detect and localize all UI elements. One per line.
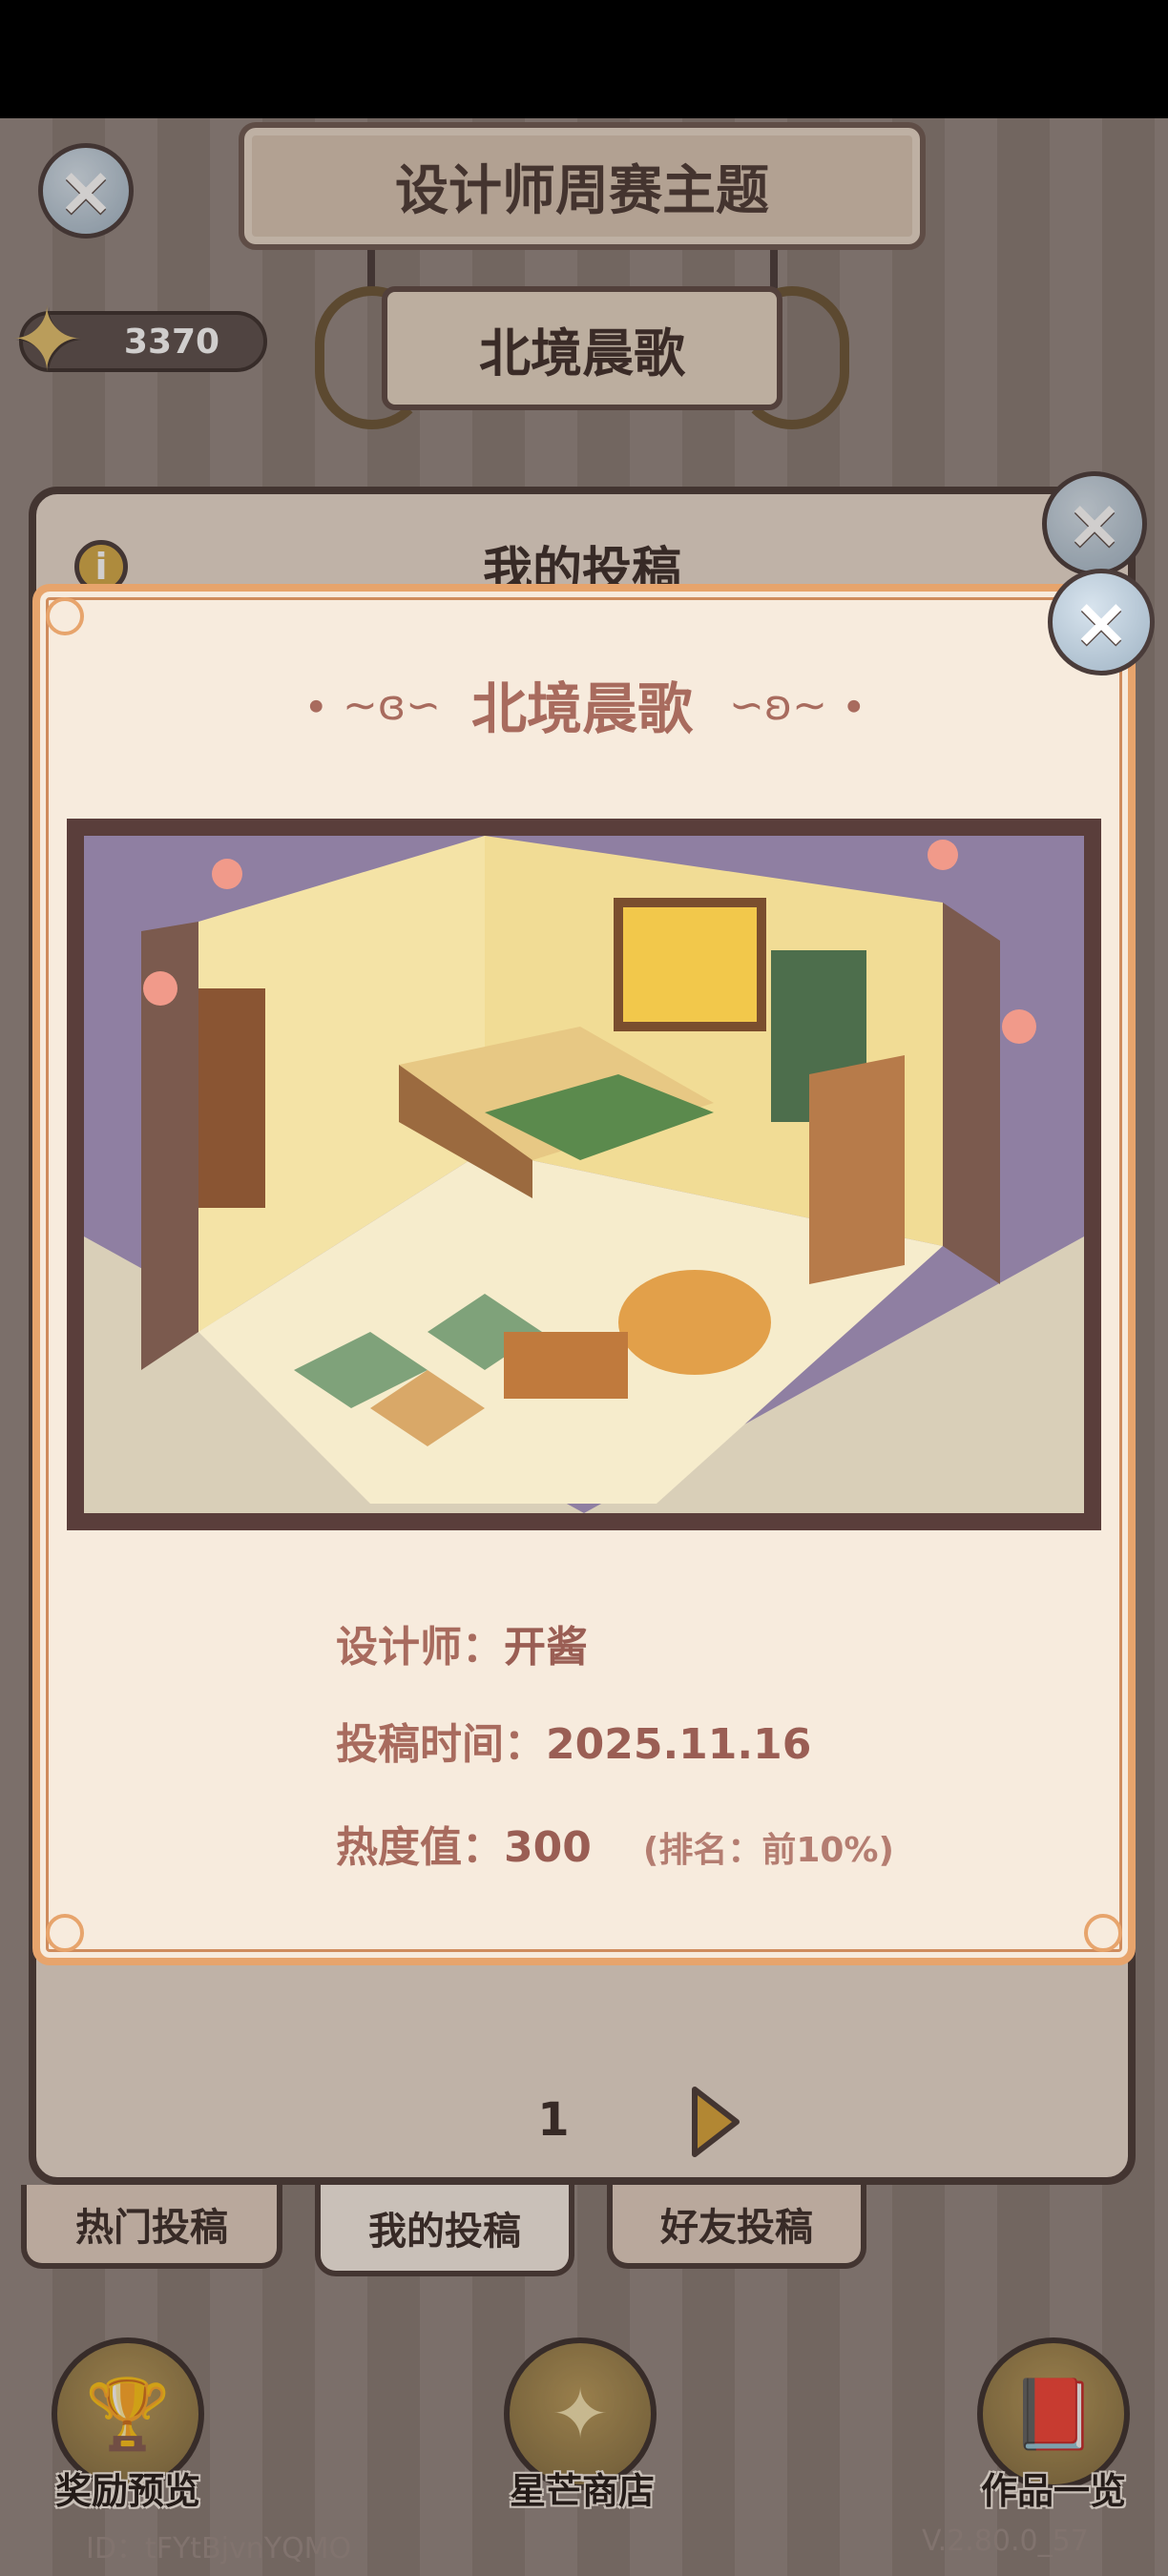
corner-ornament: [46, 1914, 84, 1952]
heat-row: 热度值：300 (排名：前10%): [336, 1813, 894, 1874]
dialog-close-button[interactable]: ×: [1048, 569, 1155, 675]
status-bar: [0, 0, 1168, 118]
heat-value: 300: [504, 1823, 592, 1872]
submit-time-row: 投稿时间：2025.11.16: [336, 1710, 811, 1771]
heat-label: 热度值：: [336, 1823, 504, 1872]
designer-row: 设计师：开酱: [336, 1612, 588, 1673]
designer-label: 设计师：: [336, 1623, 504, 1672]
close-icon: ×: [1072, 582, 1131, 662]
designer-value: 开酱: [504, 1623, 588, 1672]
rank-note: (排名：前10%): [642, 1831, 894, 1870]
title-swirl-right: ∽ʚ∼ ∙: [729, 681, 867, 730]
submit-time-label: 投稿时间：: [336, 1720, 546, 1769]
corner-ornament: [46, 597, 84, 635]
submit-time-value: 2025.11.16: [546, 1720, 812, 1769]
room-design-image: [67, 819, 1101, 1530]
room-illustration: [84, 836, 1084, 1513]
corner-ornament: [1084, 1914, 1122, 1952]
